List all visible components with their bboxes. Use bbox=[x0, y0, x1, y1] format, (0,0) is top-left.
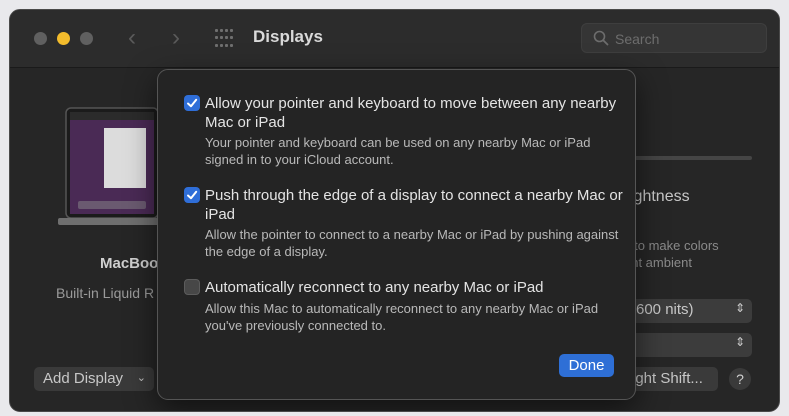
option-description: Allow this Mac to automatically reconnec… bbox=[205, 301, 599, 333]
option-label[interactable]: Automatically reconnect to any nearby Ma… bbox=[205, 278, 625, 297]
allow-pointer-checkbox[interactable] bbox=[184, 95, 200, 111]
updown-chevron-icon: ⇕ bbox=[734, 335, 745, 349]
display-name: MacBoo bbox=[100, 255, 159, 272]
option-label[interactable]: Push through the edge of a display to co… bbox=[205, 186, 625, 224]
help-button[interactable]: ? bbox=[729, 368, 751, 390]
add-display-button[interactable]: Add Display ⌄ bbox=[34, 367, 154, 391]
universal-control-sheet: Allow your pointer and keyboard to move … bbox=[157, 69, 636, 400]
preset-select[interactable]: 600 nits) ⇕ bbox=[626, 299, 752, 323]
forward-arrow-icon[interactable]: › bbox=[172, 26, 180, 50]
minimize-window-button[interactable] bbox=[57, 32, 70, 45]
brightness-slider[interactable] bbox=[632, 156, 752, 160]
search-icon bbox=[593, 30, 609, 46]
search-input[interactable] bbox=[615, 29, 755, 49]
option-description: Your pointer and keyboard can be used on… bbox=[205, 135, 591, 167]
refresh-rate-select[interactable]: ⇕ bbox=[626, 333, 752, 357]
chevron-down-icon: ⌄ bbox=[136, 372, 146, 384]
brightness-description-1: y to make colors bbox=[624, 238, 719, 253]
auto-reconnect-checkbox[interactable] bbox=[184, 279, 200, 295]
night-shift-button[interactable]: ight Shift... bbox=[626, 367, 718, 391]
show-all-grid-icon[interactable] bbox=[215, 29, 235, 49]
push-through-checkbox[interactable] bbox=[184, 187, 200, 203]
preset-select-value: 600 nits) bbox=[636, 301, 694, 318]
done-button[interactable]: Done bbox=[559, 354, 614, 377]
checkmark-icon bbox=[187, 98, 198, 108]
display-subtitle: Built-in Liquid R bbox=[56, 285, 155, 301]
option-label[interactable]: Allow your pointer and keyboard to move … bbox=[205, 94, 625, 132]
back-arrow-icon[interactable]: ‹ bbox=[128, 26, 136, 50]
brightness-label: ightness bbox=[630, 188, 690, 205]
zoom-window-button[interactable] bbox=[80, 32, 93, 45]
updown-chevron-icon: ⇕ bbox=[734, 301, 745, 315]
macbook-laptop-icon bbox=[58, 107, 166, 225]
close-window-button[interactable] bbox=[34, 32, 47, 45]
displays-window: ‹ › Displays MacBoo Built-in Liquid R ig… bbox=[9, 9, 780, 412]
add-display-label: Add Display bbox=[43, 370, 124, 387]
option-description: Allow the pointer to connect to a nearby… bbox=[205, 227, 619, 259]
title-bar: ‹ › Displays bbox=[10, 10, 779, 68]
window-title: Displays bbox=[253, 27, 323, 46]
search-field[interactable] bbox=[581, 23, 767, 53]
checkmark-icon bbox=[187, 190, 198, 200]
